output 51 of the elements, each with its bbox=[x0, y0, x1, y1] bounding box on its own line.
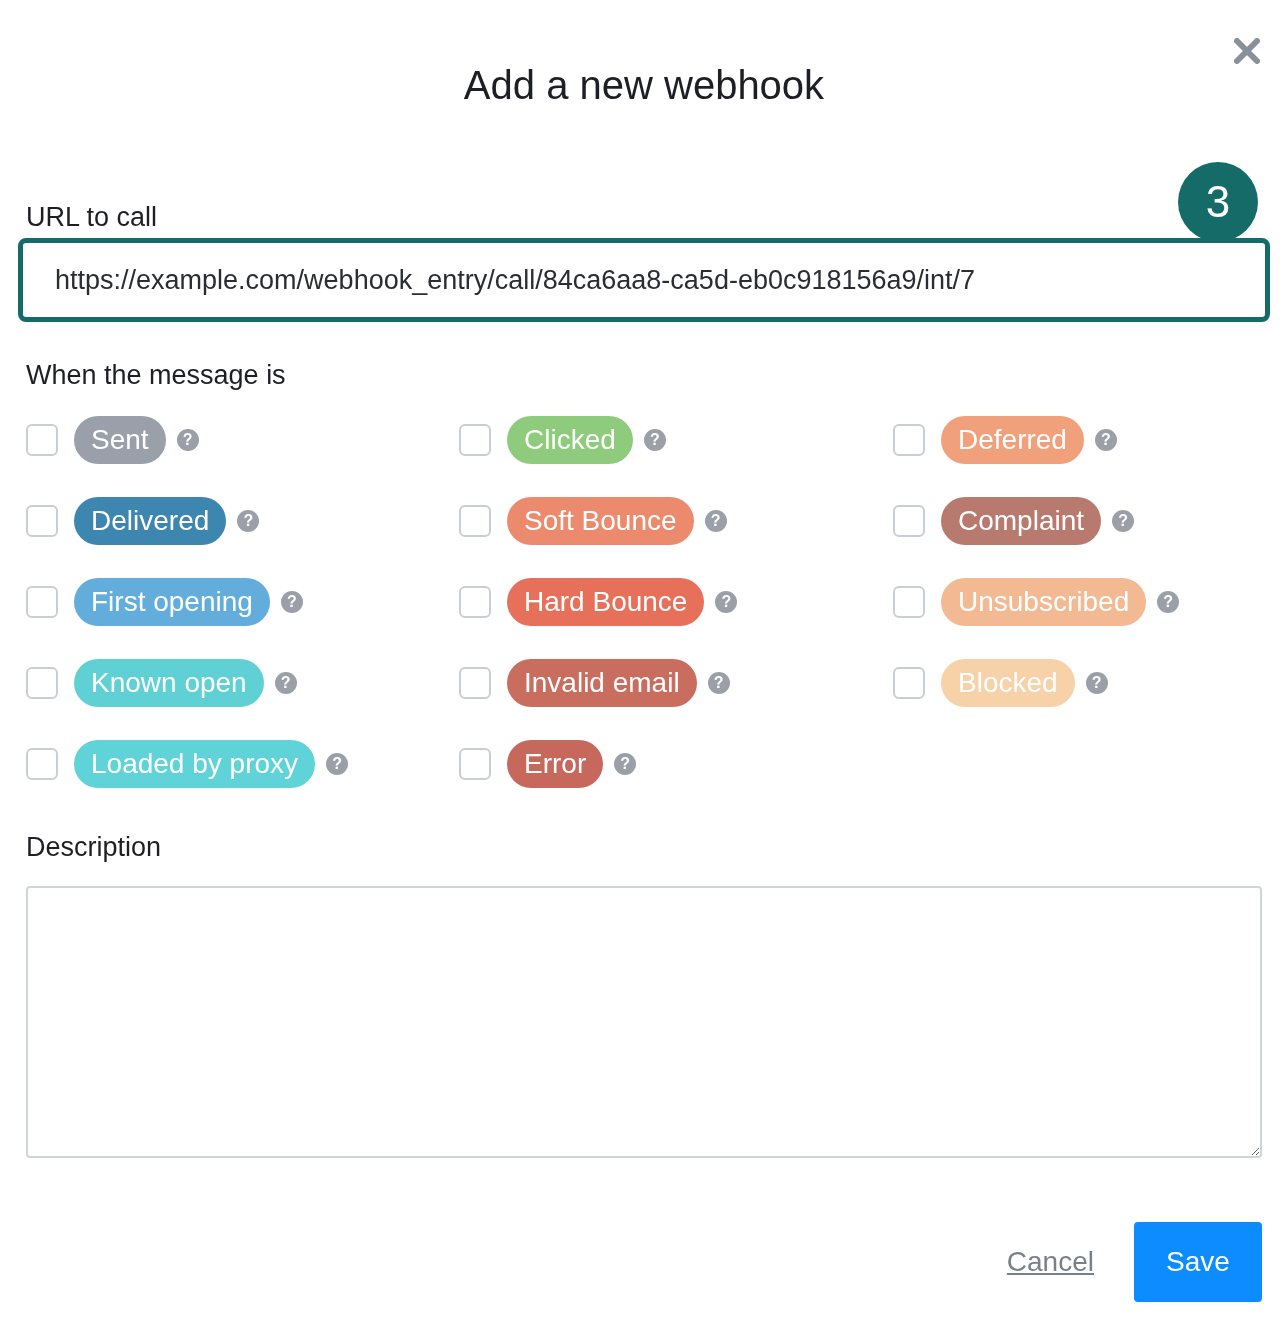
help-badge[interactable]: ? bbox=[1085, 672, 1108, 694]
event-tag: Complaint bbox=[941, 497, 1102, 545]
event-tag: Loaded by proxy bbox=[74, 740, 316, 788]
event-tag: Known open bbox=[74, 659, 264, 707]
help-badge[interactable]: ? bbox=[704, 510, 727, 532]
event-tag: Invalid email bbox=[507, 659, 697, 707]
help-badge[interactable]: ? bbox=[274, 672, 297, 694]
checkbox[interactable] bbox=[26, 748, 58, 780]
checkbox[interactable] bbox=[459, 667, 491, 699]
help-badge[interactable]: ? bbox=[176, 429, 199, 451]
event-tag: Blocked bbox=[941, 659, 1075, 707]
close-icon[interactable] bbox=[1234, 38, 1260, 64]
events-label: When the message is bbox=[26, 359, 287, 392]
description-label: Description bbox=[26, 831, 163, 864]
event-tag: Error bbox=[507, 740, 604, 788]
checkbox[interactable] bbox=[459, 748, 491, 780]
event-tag: First opening bbox=[74, 578, 270, 626]
url-field[interactable]: https://example.com/webhook_entry/call/84ca6aa8-ca5d-eb0c918156a9/int/7 bbox=[18, 238, 1270, 322]
checkbox[interactable] bbox=[26, 505, 58, 537]
help-badge[interactable]: ? bbox=[326, 753, 349, 775]
help-badge[interactable]: ? bbox=[643, 429, 666, 451]
event-tag: Deferred bbox=[941, 416, 1084, 464]
help-badge[interactable]: ? bbox=[715, 591, 738, 613]
description-field[interactable] bbox=[26, 886, 1262, 1158]
checkbox[interactable] bbox=[459, 424, 491, 456]
event-tag: Hard Bounce bbox=[507, 578, 705, 626]
checkbox[interactable] bbox=[459, 586, 491, 618]
checkbox[interactable] bbox=[893, 424, 925, 456]
help-badge[interactable]: ? bbox=[1094, 429, 1117, 451]
event-tag: Delivered bbox=[74, 497, 227, 545]
save-button[interactable]: Save bbox=[1134, 1222, 1262, 1302]
dialog-title: Add a new webhook bbox=[462, 62, 826, 109]
help-badge[interactable]: ? bbox=[237, 510, 260, 532]
help-badge[interactable]: ? bbox=[280, 591, 303, 613]
checkbox[interactable] bbox=[26, 424, 58, 456]
checkbox[interactable] bbox=[26, 667, 58, 699]
help-badge[interactable]: ? bbox=[707, 672, 730, 694]
checkbox[interactable] bbox=[893, 586, 925, 618]
event-tag: Soft Bounce bbox=[507, 497, 694, 545]
help-badge[interactable]: ? bbox=[1112, 510, 1135, 532]
checkbox[interactable] bbox=[893, 505, 925, 537]
help-badge[interactable]: ? bbox=[614, 753, 637, 775]
event-tag: Clicked bbox=[507, 416, 633, 464]
event-tag: Unsubscribed bbox=[941, 578, 1147, 626]
checkbox[interactable] bbox=[26, 586, 58, 618]
checkbox[interactable] bbox=[459, 505, 491, 537]
checkbox[interactable] bbox=[893, 667, 925, 699]
cancel-link[interactable]: Cancel bbox=[1006, 1246, 1094, 1278]
event-tag: Sent bbox=[74, 416, 166, 464]
help-badge[interactable]: ? bbox=[1157, 591, 1180, 613]
url-label: URL to call bbox=[26, 201, 158, 234]
